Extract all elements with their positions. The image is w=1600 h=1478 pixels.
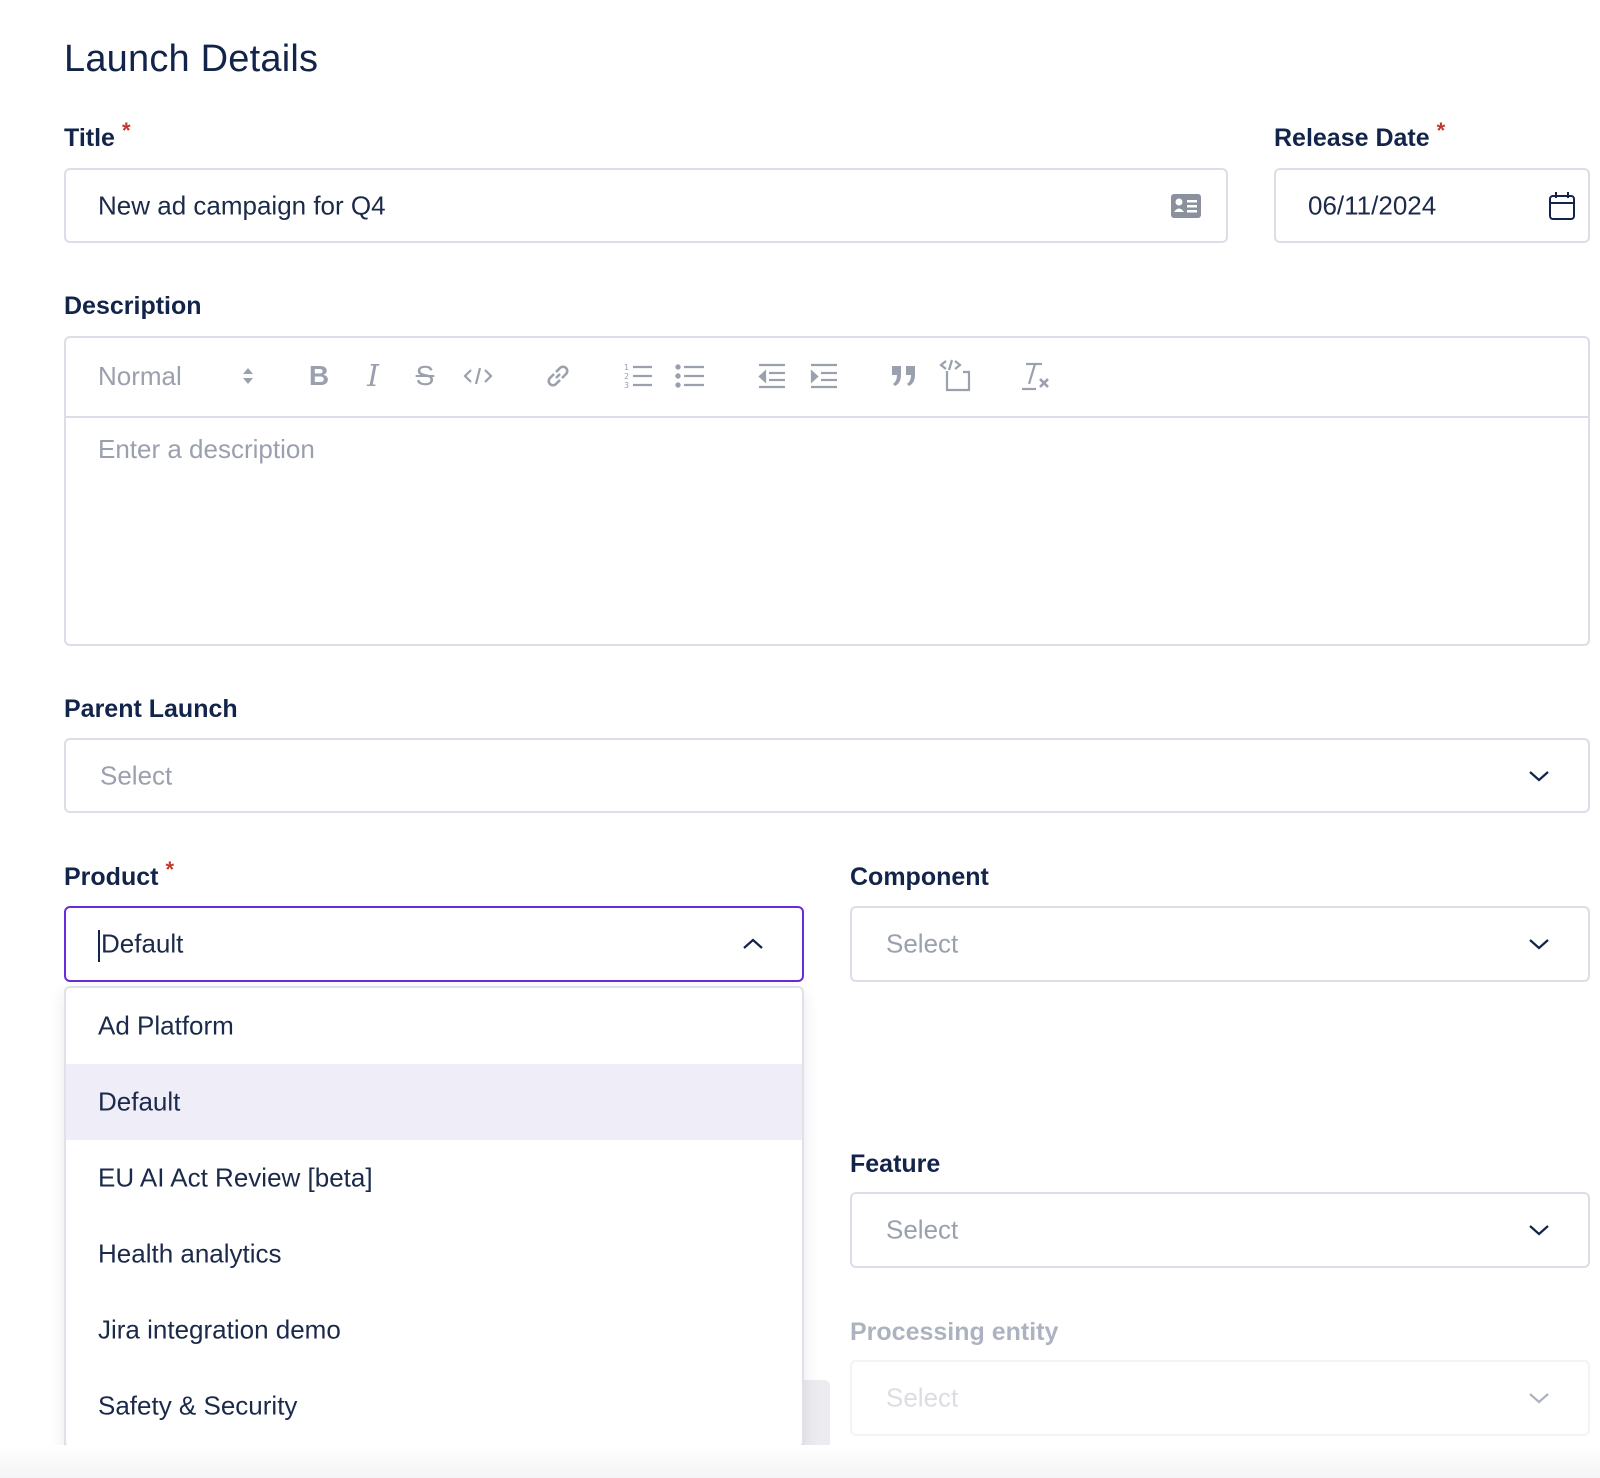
description-editor[interactable]: Normal B I S 123 Enter a description	[64, 336, 1590, 646]
quote-icon[interactable]	[886, 356, 922, 396]
format-select[interactable]: Normal	[98, 356, 182, 396]
svg-text:1: 1	[624, 363, 629, 372]
calendar-icon[interactable]	[1548, 191, 1576, 221]
product-label: Product *	[64, 857, 175, 891]
svg-text:2: 2	[624, 372, 629, 381]
feature-placeholder: Select	[886, 1214, 959, 1245]
chevron-down-icon	[1528, 1391, 1550, 1405]
chevron-down-icon	[1528, 937, 1550, 951]
bullet-list-icon[interactable]	[672, 356, 708, 396]
option-ad-platform[interactable]: Ad Platform	[66, 988, 802, 1064]
strikethrough-icon[interactable]: S	[408, 356, 442, 396]
product-value: Default	[101, 928, 184, 959]
release-date-input[interactable]: 06/11/2024	[1274, 168, 1590, 243]
chevron-down-icon	[1528, 1223, 1550, 1237]
component-label: Component	[850, 863, 989, 891]
description-placeholder: Enter a description	[98, 434, 315, 464]
feature-label: Feature	[850, 1150, 941, 1178]
product-select[interactable]: Default	[64, 906, 804, 982]
title-input[interactable]: New ad campaign for Q4	[64, 168, 1228, 243]
page-title: Launch Details	[64, 38, 319, 80]
product-options-menu: Ad Platform Default EU AI Act Review [be…	[64, 986, 804, 1448]
processing-entity-select[interactable]: Select	[850, 1360, 1590, 1436]
title-input-value: New ad campaign for Q4	[98, 190, 386, 220]
option-default[interactable]: Default	[66, 1064, 802, 1140]
code-block-icon[interactable]	[938, 356, 974, 396]
code-icon[interactable]	[460, 356, 496, 396]
release-date-label: Release Date *	[1274, 118, 1446, 152]
component-placeholder: Select	[886, 928, 959, 959]
footer-shadow	[0, 1445, 1600, 1478]
feature-select[interactable]: Select	[850, 1192, 1590, 1268]
indent-icon[interactable]	[806, 356, 842, 396]
required-marker: *	[121, 118, 131, 143]
parent-launch-select[interactable]: Select	[64, 738, 1590, 813]
release-date-value: 06/11/2024	[1308, 190, 1437, 220]
svg-text:3: 3	[624, 381, 629, 390]
option-health-analytics[interactable]: Health analytics	[66, 1216, 802, 1292]
processing-entity-label: Processing entity	[850, 1318, 1059, 1346]
option-safety-security[interactable]: Safety & Security	[66, 1368, 802, 1444]
option-eu-ai-act-review[interactable]: EU AI Act Review [beta]	[66, 1140, 802, 1216]
parent-launch-label: Parent Launch	[64, 695, 238, 723]
id-card-icon	[1170, 193, 1202, 219]
editor-toolbar: Normal B I S 123	[66, 338, 1588, 418]
processing-entity-placeholder: Select	[886, 1382, 959, 1413]
required-marker: *	[165, 857, 175, 882]
text-cursor	[98, 930, 100, 962]
option-jira-integration-demo[interactable]: Jira integration demo	[66, 1292, 802, 1368]
italic-icon[interactable]: I	[356, 356, 390, 396]
clear-format-icon[interactable]	[1018, 356, 1054, 396]
required-marker: *	[1436, 118, 1446, 143]
link-icon[interactable]	[540, 356, 576, 396]
chevron-up-icon[interactable]	[742, 937, 764, 951]
chevron-down-icon	[1528, 769, 1550, 783]
description-label: Description	[64, 292, 202, 320]
component-select[interactable]: Select	[850, 906, 1590, 982]
select-arrows-icon[interactable]	[238, 356, 258, 396]
parent-launch-placeholder: Select	[100, 760, 173, 790]
bold-icon[interactable]: B	[302, 356, 336, 396]
ordered-list-icon[interactable]: 123	[620, 356, 656, 396]
outdent-icon[interactable]	[754, 356, 790, 396]
title-label: Title *	[64, 118, 131, 152]
